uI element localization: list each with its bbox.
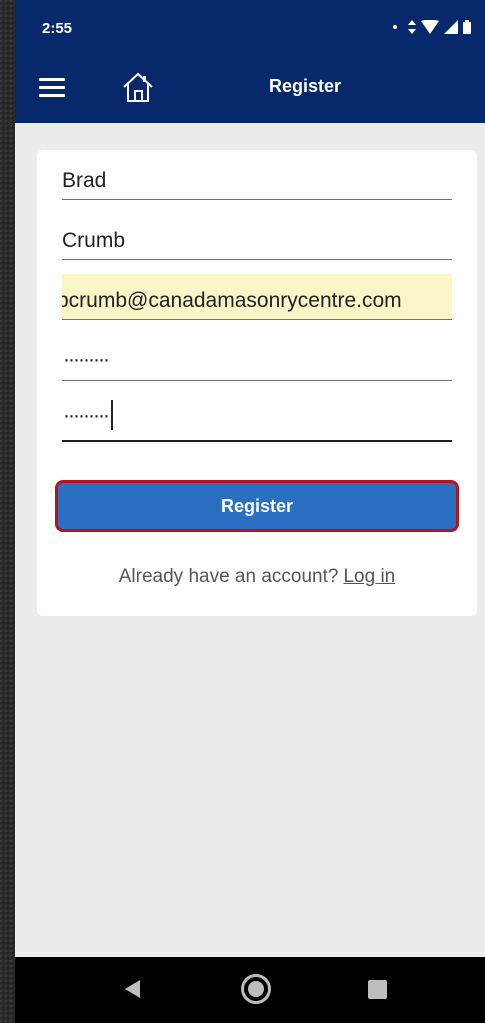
password-field[interactable]: ········· xyxy=(62,335,452,381)
status-icons xyxy=(393,19,471,35)
status-bar: 2:55 xyxy=(15,0,485,60)
register-button[interactable]: Register xyxy=(55,480,459,532)
email-field[interactable] xyxy=(62,289,452,313)
cell-signal-icon xyxy=(444,20,458,34)
phone-screen: 2:55 Register Brad Crumb bcrumb@canadama… xyxy=(15,0,485,1023)
notification-dot-icon xyxy=(393,25,397,29)
system-nav-bar xyxy=(15,957,485,1023)
battery-icon xyxy=(463,20,471,34)
back-triangle-icon[interactable] xyxy=(125,980,140,998)
home-circle-icon[interactable] xyxy=(241,974,271,1004)
first-name-field-container xyxy=(62,154,452,200)
email-field-container xyxy=(62,274,452,320)
password-value: ········· xyxy=(63,348,110,371)
login-link[interactable]: Log in xyxy=(343,566,395,587)
home-icon[interactable] xyxy=(121,70,155,104)
login-prompt-text: Already have an account? xyxy=(118,566,339,587)
confirm-password-field[interactable]: ········· xyxy=(62,396,452,442)
login-prompt-line: Already have an account? Log in xyxy=(37,566,477,588)
data-arrows-icon xyxy=(408,20,416,34)
page-title: Register xyxy=(268,76,342,96)
register-card: ········· ········· Register Already hav… xyxy=(37,150,477,616)
confirm-password-value: ········· xyxy=(63,400,113,430)
text-caret xyxy=(110,400,113,430)
last-name-field-container xyxy=(62,214,452,260)
last-name-field[interactable] xyxy=(62,229,452,253)
first-name-field[interactable] xyxy=(62,169,452,193)
app-bar: Register xyxy=(15,60,485,123)
hamburger-menu-icon[interactable] xyxy=(39,78,67,100)
recents-square-icon[interactable] xyxy=(368,980,387,999)
wifi-icon xyxy=(421,20,439,34)
status-time: 2:55 xyxy=(42,20,73,37)
